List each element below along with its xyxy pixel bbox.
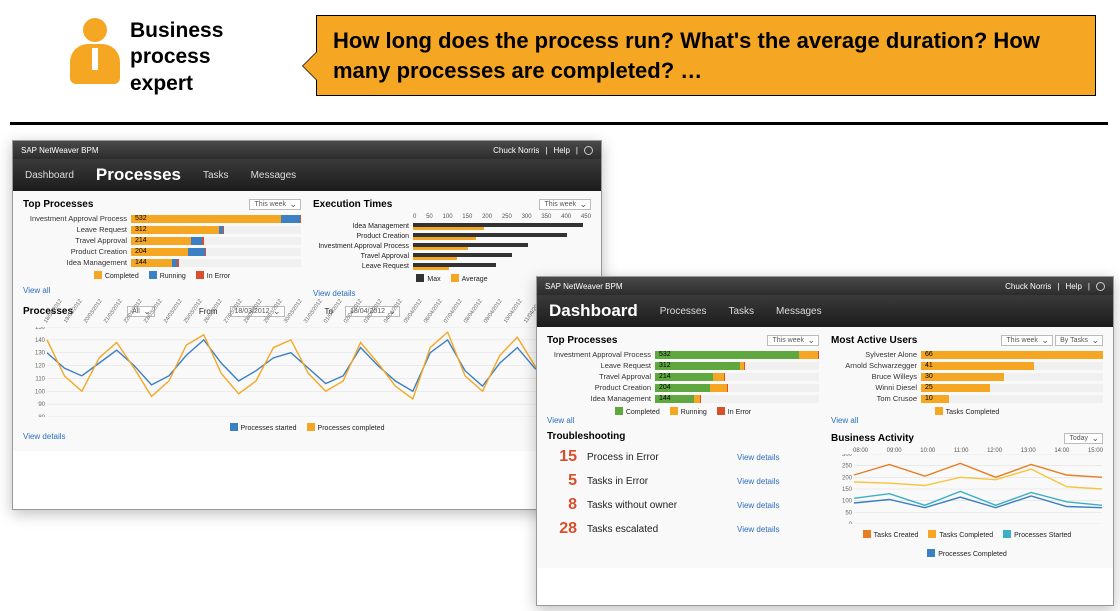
- help-link[interactable]: Help: [553, 146, 569, 155]
- bar-row: Leave Request312: [23, 225, 301, 234]
- nav-dashboard[interactable]: Dashboard: [25, 170, 74, 181]
- nav-tasks[interactable]: Tasks: [728, 306, 754, 317]
- processes-line-chart: 80 90 100 110 120 130 140 150: [23, 327, 591, 417]
- panel-most-active-users: Most Active Users This week By Tasks Syl…: [831, 333, 1103, 425]
- svg-text:90: 90: [38, 402, 45, 408]
- panel-title: Top Processes: [23, 199, 93, 210]
- nav-messages[interactable]: Messages: [776, 306, 822, 317]
- panel-top-processes: Top Processes This week Investment Appro…: [23, 197, 301, 298]
- view-all-link[interactable]: View all: [831, 416, 858, 425]
- view-details-link[interactable]: View details: [737, 477, 780, 486]
- svg-text:250: 250: [842, 464, 853, 470]
- bar-row: Product Creation204: [23, 247, 301, 256]
- period-dropdown[interactable]: This week: [539, 199, 591, 210]
- svg-text:140: 140: [35, 338, 46, 344]
- panel-title: Business Activity: [831, 433, 914, 444]
- bar-row: Arnold Schwarzegger41: [831, 361, 1103, 370]
- titlebar: SAP NetWeaver BPM Chuck Norris | Help |: [537, 277, 1113, 295]
- gear-icon[interactable]: [584, 146, 593, 155]
- divider: [10, 122, 1108, 125]
- business-activity-chart: 0 50 100 150 200 250 300: [831, 454, 1103, 524]
- user-name: Chuck Norris: [493, 146, 539, 155]
- svg-text:100: 100: [35, 389, 46, 395]
- panel-title: Troubleshooting: [547, 431, 819, 442]
- panel-business-activity: Business Activity Today 08:0009:0010:001…: [831, 431, 1103, 558]
- bar-row: Idea Management144: [23, 258, 301, 267]
- panel-troubleshooting: Troubleshooting 15Process in ErrorView d…: [547, 431, 819, 558]
- nav-messages[interactable]: Messages: [251, 170, 297, 181]
- trouble-row: 28Tasks escalatedView details: [547, 520, 819, 538]
- user-name: Chuck Norris: [1005, 282, 1051, 291]
- nav-dashboard[interactable]: Dashboard: [549, 301, 638, 321]
- bar-row: Sylvester Alone66: [831, 350, 1103, 359]
- period-dropdown[interactable]: This week: [249, 199, 301, 210]
- svg-text:130: 130: [35, 351, 46, 357]
- bar-row: Leave Request312: [547, 361, 819, 370]
- bar-row: Travel Approval214: [547, 372, 819, 381]
- by-tasks-dropdown[interactable]: By Tasks: [1055, 335, 1103, 346]
- legend-top-processes: Completed Running In Error: [23, 271, 301, 280]
- nav-tasks[interactable]: Tasks: [203, 170, 229, 181]
- legend-users: Tasks Completed: [831, 407, 1103, 416]
- view-details-link[interactable]: View details: [737, 501, 780, 510]
- svg-text:100: 100: [842, 499, 853, 505]
- svg-text:200: 200: [842, 475, 853, 481]
- window-processes: SAP NetWeaver BPM Chuck Norris | Help | …: [12, 140, 602, 510]
- view-details-link[interactable]: View details: [737, 453, 780, 462]
- svg-text:50: 50: [845, 510, 852, 516]
- persona-icon: [70, 18, 120, 88]
- period-dropdown[interactable]: This week: [767, 335, 819, 346]
- titlebar: SAP NetWeaver BPM Chuck Norris | Help |: [13, 141, 601, 159]
- bar-row: Tom Crusoe10: [831, 394, 1103, 403]
- svg-text:120: 120: [35, 364, 46, 370]
- gear-icon[interactable]: [1096, 282, 1105, 291]
- bar-row: Winni Diesel25: [831, 383, 1103, 392]
- svg-text:150: 150: [842, 487, 853, 493]
- bar-row: Investment Approval Process532: [547, 350, 819, 359]
- svg-text:110: 110: [35, 376, 45, 382]
- view-all-link[interactable]: View all: [547, 416, 574, 425]
- speech-bubble: How long does the process run? What's th…: [316, 15, 1096, 96]
- bar-row: Bruce Willeys30: [831, 372, 1103, 381]
- legend-business-activity: Tasks Created Tasks Completed Processes …: [831, 530, 1103, 558]
- period-dropdown[interactable]: This week: [1001, 335, 1053, 346]
- panel-title: Top Processes: [547, 335, 617, 346]
- bar-row: Idea Management144: [547, 394, 819, 403]
- bar-row: Investment Approval Process532: [23, 214, 301, 223]
- view-details-link[interactable]: View details: [313, 289, 356, 298]
- nav-processes[interactable]: Processes: [660, 306, 707, 317]
- view-details-link[interactable]: View details: [23, 432, 66, 441]
- legend-top-processes: Completed Running In Error: [547, 407, 819, 416]
- main-nav: Dashboard Processes Tasks Messages: [13, 159, 601, 191]
- svg-text:150: 150: [35, 327, 46, 331]
- panel-title: Execution Times: [313, 199, 392, 210]
- view-all-link[interactable]: View all: [23, 286, 50, 295]
- svg-text:300: 300: [842, 454, 853, 458]
- panel-title: Most Active Users: [831, 335, 917, 346]
- app-title: SAP NetWeaver BPM: [21, 146, 99, 155]
- trouble-row: 15Process in ErrorView details: [547, 448, 819, 466]
- legend-processes: Processes started Processes completed: [23, 423, 591, 432]
- nav-processes[interactable]: Processes: [96, 165, 181, 185]
- window-dashboard: SAP NetWeaver BPM Chuck Norris | Help | …: [536, 276, 1114, 606]
- bar-row: Product Creation204: [547, 383, 819, 392]
- period-dropdown[interactable]: Today: [1064, 433, 1103, 444]
- svg-text:0: 0: [849, 522, 853, 524]
- trouble-row: 5Tasks in ErrorView details: [547, 472, 819, 490]
- trouble-row: 8Tasks without ownerView details: [547, 496, 819, 514]
- panel-top-processes: Top Processes This week Investment Appro…: [547, 333, 819, 425]
- app-title: SAP NetWeaver BPM: [545, 282, 623, 291]
- bar-row: Travel Approval214: [23, 236, 301, 245]
- main-nav: Dashboard Processes Tasks Messages: [537, 295, 1113, 327]
- svg-text:80: 80: [38, 415, 45, 417]
- persona-label: Business process expert: [130, 18, 223, 97]
- help-link[interactable]: Help: [1065, 282, 1081, 291]
- panel-processes-over-time: Processes All From 18/03/2012 To 18/04/2…: [23, 306, 591, 441]
- view-details-link[interactable]: View details: [737, 525, 780, 534]
